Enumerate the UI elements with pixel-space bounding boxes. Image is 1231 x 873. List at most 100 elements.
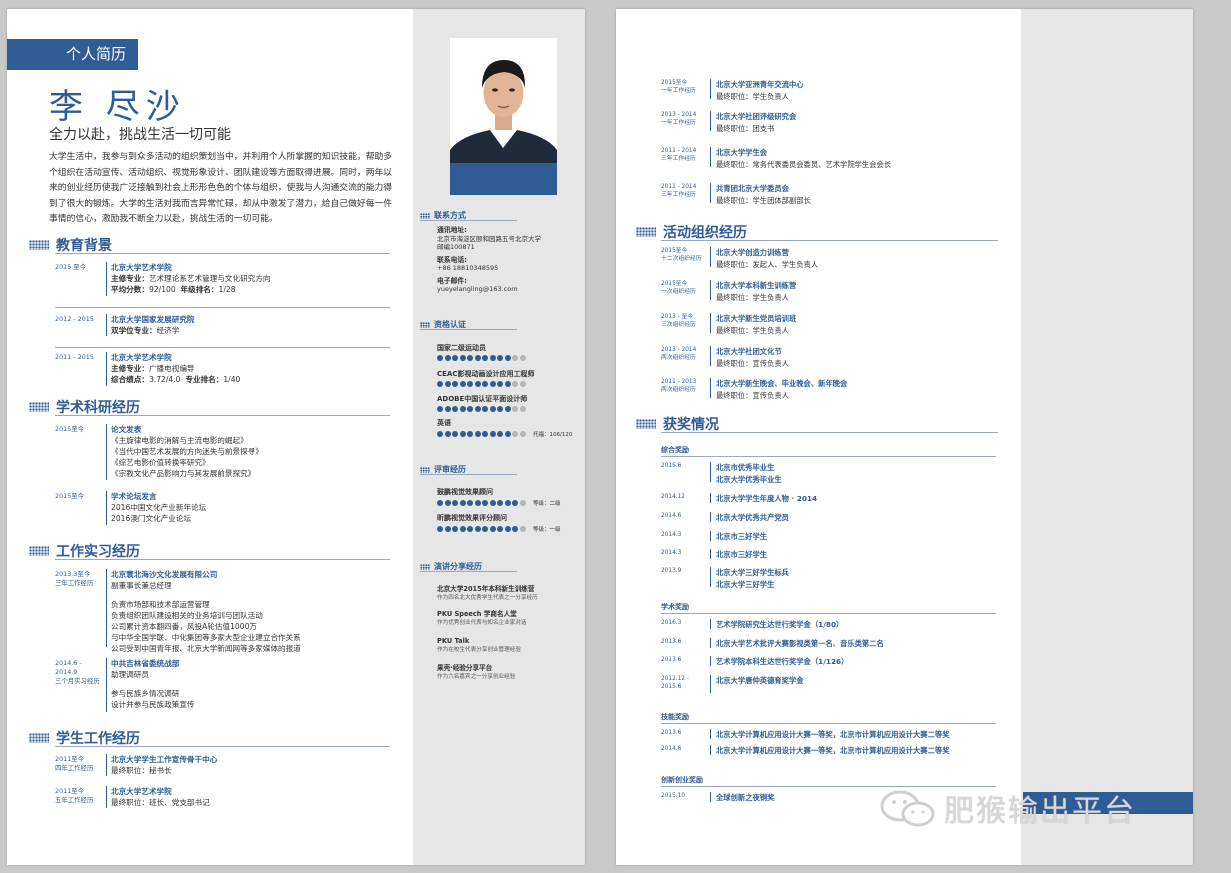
award-group-title: 创新创业奖励 (661, 776, 703, 784)
section-divider (661, 240, 998, 241)
sidebar (1021, 9, 1193, 865)
contact-info: 通讯地址: 北京市海淀区颐和园路五号北京大学 邮编100871 联系电话: +8… (437, 226, 541, 293)
level-dot (519, 381, 526, 387)
level-dot (504, 406, 511, 412)
level-dot (519, 355, 526, 361)
dots-icon (420, 563, 430, 570)
dots-icon (29, 402, 49, 412)
level-dot (467, 500, 473, 506)
person-name: 李 尽沙 (49, 87, 186, 127)
skill-item: 英语 托福：106/120 (437, 419, 573, 438)
level-dot (504, 500, 511, 506)
level-dot (437, 500, 443, 506)
talk-item: PKU Speech 学商名人堂 作为优秀创业代表与知名企业家对话 (437, 610, 527, 626)
side-divider (420, 571, 517, 572)
level-dot (452, 406, 458, 412)
group-divider (661, 613, 996, 614)
level-dot (474, 355, 481, 361)
resume-page-1: 个人简历 李 尽沙 全力以赴，挑战生活一切可能 大学生活中，我参与到众多活动的组… (7, 9, 585, 865)
activity-item: 2011 - 2013 两次组织经历 北京大学新生晚会、毕业晚会、新年晚会 最终职位：… (661, 378, 848, 400)
section-research-title: 学术科研经历 (29, 397, 140, 417)
level-dot (459, 381, 466, 387)
resume-page-2: 2015至今 一年工作经历 北京大学亚洲青年交流中心 最终职位：学生负责人 2013 … (616, 9, 1193, 865)
level-dot (489, 500, 496, 506)
activity-item: 2013 - 2014 两次组织经历 北京大学社团文化节 最终职位：宣传负责人 (661, 346, 789, 368)
side-divider (420, 220, 517, 221)
level-dot (512, 381, 518, 387)
judge-dots: 等级：二级 (437, 499, 561, 507)
section-divider (661, 432, 998, 433)
award-item: 2014.3 北京市三好学生 (661, 549, 768, 559)
student-item: 2011 - 2014 三年工作经历 北京大学学生会 最终职位：常务代表委员会委员、艺… (661, 147, 892, 169)
talk-item: 北京大学2015年本科新生训练营 作为四名北大优秀学生代表之一分享经历 (437, 585, 538, 601)
resume-badge: 个人简历 (7, 39, 138, 70)
level-dot (452, 431, 458, 437)
skill-dots (437, 381, 534, 387)
student-item: 2011至今 四年工作经历 北京大学学生工作宣传骨干中心 最终职位：秘书长 (55, 754, 218, 776)
award-item: 2013.9 北京大学三好学生标兵 北京大学三好学生 (661, 567, 789, 589)
level-dot (467, 381, 473, 387)
level-dot (519, 406, 526, 412)
level-dot (459, 500, 466, 506)
talk-item: PKU Talk 作为在校生代表分享创业管理经验 (437, 637, 521, 653)
level-dot (497, 406, 503, 412)
motto: 全力以赴，挑战生活一切可能 (49, 127, 231, 143)
level-dot (474, 406, 481, 412)
award-item: 2015.6 北京市优秀毕业生 北京大学优秀毕业生 (661, 462, 782, 484)
level-dot (437, 406, 443, 412)
level-dot (504, 381, 511, 387)
level-dot (474, 431, 481, 437)
level-dot (497, 500, 503, 506)
award-item: 2014.6 北京大学计算机应用设计大赛一等奖，北京市计算机应用设计大赛二等奖 (661, 745, 950, 755)
level-dot (444, 526, 451, 532)
level-dot (459, 355, 466, 361)
section-divider (55, 415, 390, 416)
level-dot (489, 431, 496, 437)
level-dot (512, 526, 518, 532)
student-item: 2011 - 2014 三年工作经历 共青团北京大学委员会 最终职位：学生团体部副部长 (661, 183, 811, 205)
award-item: 2013.6 北京大学计算机应用设计大赛一等奖，北京市计算机应用设计大赛二等奖 (661, 729, 950, 739)
education-item: 2015 至今 北京大学艺术学院 主修专业：艺术理论系艺术管理与文化研究方向 平… (55, 262, 271, 296)
watermark: 肥猴输出平台 (876, 786, 1136, 830)
award-item: 2012.12 - 2015.6 北京大学唐仲英德育奖学金 (661, 675, 996, 693)
level-dot (482, 431, 488, 437)
skill-dots: 托福：106/120 (437, 430, 572, 438)
level-dot (489, 406, 496, 412)
level-dot (437, 381, 443, 387)
award-group-title: 技能奖励 (661, 713, 689, 721)
judge-dots: 等级：一级 (437, 525, 561, 533)
talk-item: 果壳·经验分享平台 作为六名嘉宾之一分享创业经验 (437, 664, 516, 680)
profile-photo (450, 38, 557, 195)
judge-item: 鼓鹏视觉效果顾问 等级：二级 (437, 488, 561, 507)
judge-item: 昕鹏视觉效果评分顾问 等级：一级 (437, 514, 561, 533)
level-dot (437, 431, 443, 437)
level-dot (497, 431, 503, 437)
award-item: 2016.3 艺术学院研究生达世行奖学金（1/80） (661, 619, 844, 629)
group-divider (661, 723, 996, 724)
level-dot (519, 526, 526, 532)
award-item: 2014.6 北京大学优秀共产党员 (661, 512, 789, 522)
section-divider (55, 253, 390, 254)
wechat-icon (880, 790, 935, 827)
skill-item: 国家二级运动员 (437, 343, 526, 361)
work-item: 2014.6 - 2014.9 三个月实习经历 中共吉林省委统战部 助理调研员 参… (55, 658, 390, 714)
section-work-title: 工作实习经历 (29, 541, 140, 561)
level-dot (467, 406, 473, 412)
level-dot (497, 526, 503, 532)
dots-icon (420, 212, 430, 219)
level-dot (437, 355, 443, 361)
level-dot (459, 406, 466, 412)
activity-item: 2015至今 一次组织经历 北京大学本科新生训练营 最终职位：学生负责人 (661, 280, 797, 302)
level-dot (504, 431, 511, 437)
level-dot (444, 500, 451, 506)
level-dot (474, 500, 481, 506)
level-dot (482, 381, 488, 387)
level-note: 托福：106/120 (533, 432, 573, 438)
dots-icon (420, 466, 430, 473)
dots-icon (420, 321, 430, 328)
section-divider (55, 746, 390, 747)
level-dot (452, 381, 458, 387)
dots-icon (636, 227, 656, 237)
activity-item: 2013 - 至今 三次组织经历 北京大学新生党员培训班 最终职位：学生负责人 (661, 313, 797, 335)
section-student-title: 学生工作经历 (29, 728, 140, 748)
